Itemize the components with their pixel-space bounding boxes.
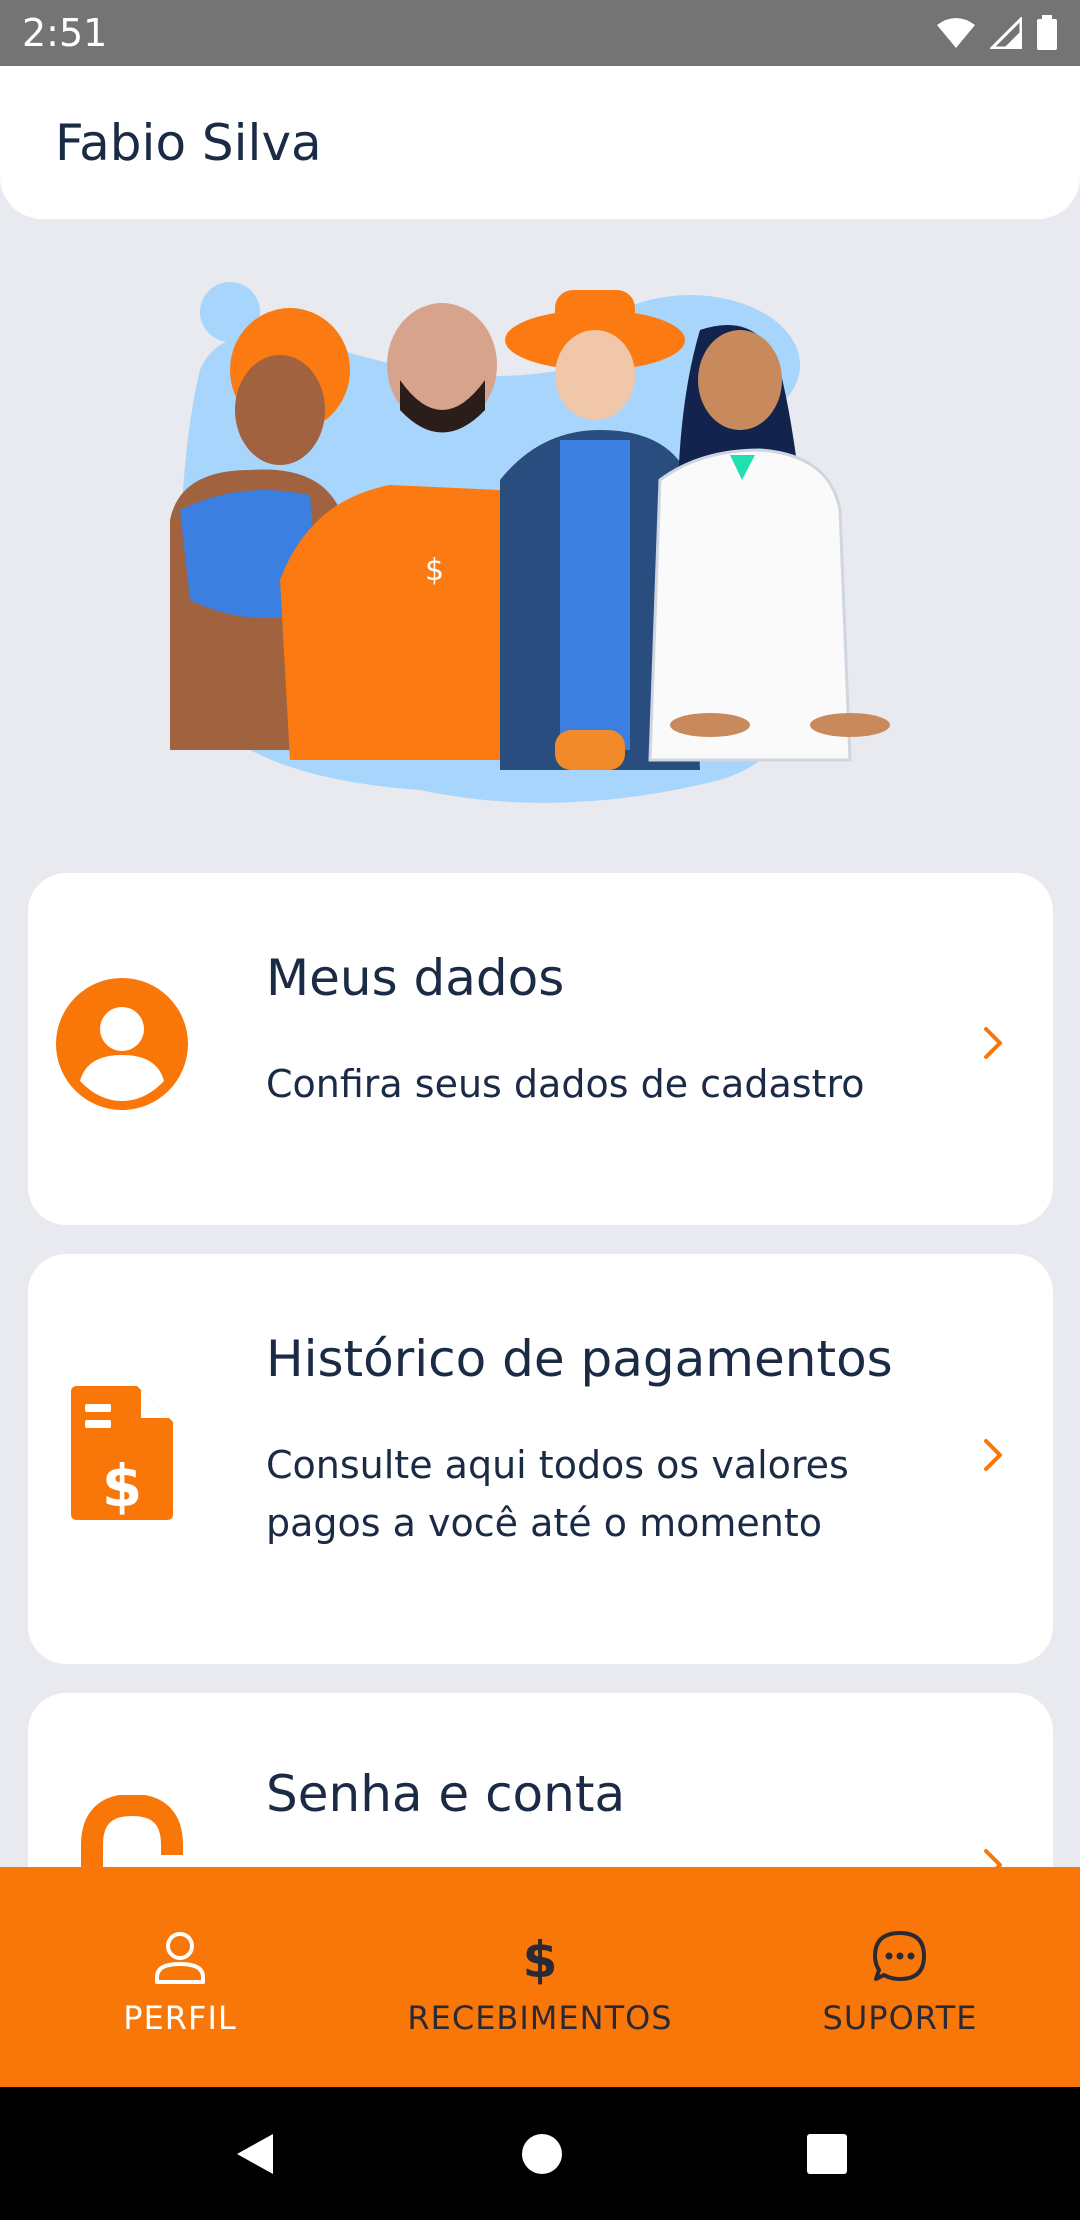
status-bar: 2:51 [0,0,1080,66]
card-description: Confira seus dados de cadastro [266,1062,865,1106]
nav-tab-perfil[interactable]: PERFIL [0,1867,360,2087]
cell-signal-icon [990,17,1022,49]
bottom-navigation: PERFIL $ RECEBIMENTOS SUPORTE [0,1867,1080,2087]
dollar-icon: $ [523,1931,558,1985]
back-icon[interactable] [231,2130,279,2178]
user-circle-icon [56,978,188,1110]
nav-tab-recebimentos[interactable]: $ RECEBIMENTOS [360,1867,720,2087]
people-illustration: $ [170,282,890,803]
svg-text:$: $ [523,1931,558,1985]
card-title: Histórico de pagamentos [266,1330,893,1388]
battery-icon [1037,15,1057,50]
system-navigation-bar [0,2087,1080,2220]
recents-icon[interactable] [805,2132,849,2176]
payment-document-icon: $ [71,1386,173,1520]
card-description: Consulte aqui todos os valores pagos a v… [266,1443,849,1545]
user-name: Fabio Silva [55,113,322,172]
wifi-icon [937,18,975,48]
profile-header: Fabio Silva [0,66,1080,219]
nav-label: SUPORTE [822,1999,978,2037]
card-meus-dados[interactable]: Meus dados Confira seus dados de cadastr… [28,873,1053,1225]
home-icon[interactable] [520,2132,564,2176]
person-icon [155,1932,205,1984]
nav-label: RECEBIMENTOS [407,1999,673,2037]
nav-tab-suporte[interactable]: SUPORTE [720,1867,1080,2087]
card-title: Meus dados [266,949,565,1007]
status-time: 2:51 [22,11,108,55]
svg-text:$: $ [425,553,444,588]
status-icons [936,15,1058,51]
chevron-right-icon [984,1439,1002,1471]
chat-bubble-icon [873,1931,926,1981]
svg-text:$: $ [102,1452,142,1520]
chevron-right-icon [984,1027,1002,1059]
card-title: Senha e conta [266,1765,626,1823]
card-historico-pagamentos[interactable]: $ Histórico de pagamentos Consulte aqui … [28,1254,1053,1664]
nav-label: PERFIL [123,1999,237,2037]
